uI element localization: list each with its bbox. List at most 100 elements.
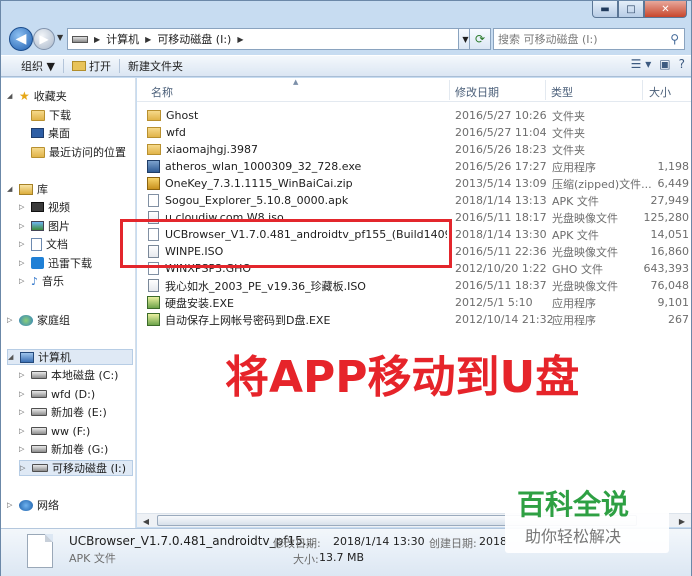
file-name-cell[interactable]: 自动保存上网帐号密码到D盘.EXE <box>147 312 447 328</box>
file-name: atheros_wlan_1000309_32_728.exe <box>165 160 362 173</box>
file-name-cell[interactable]: Sogou_Explorer_5.10.8_0000.apk <box>147 194 447 207</box>
file-name-cell[interactable]: 硬盘安装.EXE <box>147 295 447 311</box>
nav-drive-d[interactable]: ▷ wfd (D:) <box>19 386 95 402</box>
new-folder-button[interactable]: 新建文件夹 <box>120 56 191 76</box>
collapsed-arrow-icon[interactable]: ▷ <box>19 277 27 285</box>
file-name-cell[interactable]: xiaomajhgj.3987 <box>147 143 447 156</box>
collapsed-arrow-icon[interactable]: ▷ <box>20 464 28 472</box>
overlay-caption: 将APP移动到U盘 <box>225 352 580 403</box>
organize-button[interactable]: 组织 ▼ <box>1 56 63 76</box>
chevron-right-icon[interactable]: ▶ <box>145 35 151 44</box>
collapsed-arrow-icon[interactable]: ▷ <box>19 390 27 398</box>
nav-computer[interactable]: ◢ 计算机 <box>7 349 133 365</box>
nav-pictures[interactable]: ▷ 图片 <box>19 218 70 234</box>
expand-arrow-icon[interactable]: ◢ <box>8 353 16 361</box>
nav-documents[interactable]: ▷ 文档 <box>19 236 68 252</box>
close-button[interactable]: ✕ <box>644 1 687 18</box>
nav-drive-e[interactable]: ▷ 新加卷 (E:) <box>19 404 107 420</box>
file-type: 文件夹 <box>552 126 585 140</box>
nav-downloads[interactable]: 下载 <box>31 107 71 123</box>
nav-homegroup[interactable]: ▷ 家庭组 <box>7 312 70 328</box>
file-size: 27,949 <box>650 194 690 207</box>
column-name[interactable]: 名称 <box>151 84 173 100</box>
nav-drive-f[interactable]: ▷ ww (F:) <box>19 423 90 439</box>
chevron-right-icon[interactable]: ▶ <box>94 35 100 44</box>
expand-arrow-icon[interactable]: ◢ <box>7 92 15 100</box>
file-name-cell[interactable]: wfd <box>147 126 447 139</box>
nav-videos[interactable]: ▷ 视频 <box>19 199 70 215</box>
file-name: 自动保存上网帐号密码到D盘.EXE <box>165 313 331 327</box>
column-divider[interactable] <box>642 80 643 100</box>
exe-file-icon <box>147 160 160 173</box>
nav-xunlei-downloads[interactable]: ▷ 迅雷下载 <box>19 255 92 271</box>
breadcrumb-computer[interactable]: 计算机 <box>106 31 139 47</box>
collapsed-arrow-icon[interactable]: ▷ <box>7 501 15 509</box>
drive-icon <box>31 371 47 379</box>
nav-desktop[interactable]: 桌面 <box>31 125 70 141</box>
file-name-cell[interactable]: 我心如水_2003_PE_v19.36_珍藏板.ISO <box>147 278 447 294</box>
file-row[interactable]: xiaomajhgj.3987 2016/5/26 18:23 文件夹 <box>147 141 692 158</box>
chevron-right-icon[interactable]: ▶ <box>237 35 243 44</box>
collapsed-arrow-icon[interactable]: ▷ <box>19 222 27 230</box>
watermark-subtitle: 助你轻松解决 <box>525 527 622 546</box>
navigation-pane: ◢ ★ 收藏夹 下载 桌面 最近访问的位置 ◢ 库 ▷ 视频 ▷ 图片 ▷ 文档… <box>1 78 136 528</box>
file-row[interactable]: atheros_wlan_1000309_32_728.exe 2016/5/26… <box>147 158 692 175</box>
file-date: 2016/5/27 11:04 <box>455 126 547 139</box>
scroll-left-icon[interactable]: ◀ <box>139 515 153 527</box>
nav-network[interactable]: ▷ 网络 <box>7 497 59 513</box>
collapsed-arrow-icon[interactable]: ▷ <box>19 445 27 453</box>
column-size[interactable]: 大小 <box>649 84 671 100</box>
nav-xunlei-label: 迅雷下载 <box>48 257 92 270</box>
column-divider[interactable] <box>545 80 546 100</box>
file-name-cell[interactable]: atheros_wlan_1000309_32_728.exe <box>147 160 447 173</box>
file-name-cell[interactable]: OneKey_7.3.1.1115_WinBaiCai.zip <box>147 177 447 190</box>
forward-button[interactable]: ▶ <box>33 28 55 50</box>
search-input[interactable]: 搜索 可移动磁盘 (I:) ⚲ <box>493 28 685 50</box>
file-row[interactable]: 我心如水_2003_PE_v19.36_珍藏板.ISO 2016/5/11 18:… <box>147 277 692 294</box>
nav-drive-i[interactable]: ▷ 可移动磁盘 (I:) <box>19 460 133 476</box>
search-icon[interactable]: ⚲ <box>670 32 679 46</box>
refresh-button[interactable]: ⟳ <box>469 28 491 50</box>
nav-drive-c[interactable]: ▷ 本地磁盘 (C:) <box>19 367 118 383</box>
nav-libraries[interactable]: ◢ 库 <box>7 181 48 197</box>
view-options-icon[interactable]: ☰ ▾ <box>631 57 652 71</box>
collapsed-arrow-icon[interactable]: ▷ <box>19 240 27 248</box>
file-type: 光盘映像文件 <box>552 245 618 259</box>
drive-icon <box>31 445 47 453</box>
column-divider[interactable] <box>449 80 450 100</box>
scroll-right-icon[interactable]: ▶ <box>675 515 689 527</box>
column-date[interactable]: 修改日期 <box>455 84 499 100</box>
nav-music[interactable]: ▷ ♪ 音乐 <box>19 273 64 289</box>
expand-arrow-icon[interactable]: ◢ <box>7 185 15 193</box>
nav-recent-places[interactable]: 最近访问的位置 <box>31 144 126 160</box>
file-name: 我心如水_2003_PE_v19.36_珍藏板.ISO <box>165 279 366 293</box>
column-type[interactable]: 类型 <box>551 84 573 100</box>
recent-pages-dropdown[interactable]: ▼ <box>57 33 63 42</box>
network-icon <box>19 499 33 511</box>
collapsed-arrow-icon[interactable]: ▷ <box>19 408 27 416</box>
maximize-button[interactable]: □ <box>618 1 644 18</box>
preview-pane-icon[interactable]: ▣ <box>659 57 670 71</box>
collapsed-arrow-icon[interactable]: ▷ <box>19 427 27 435</box>
breadcrumb-removable-disk[interactable]: 可移动磁盘 (I:) <box>157 31 231 47</box>
file-name-cell[interactable]: Ghost <box>147 109 447 122</box>
nav-drive-g[interactable]: ▷ 新加卷 (G:) <box>19 441 108 457</box>
minimize-button[interactable]: ▬ <box>592 1 618 18</box>
file-row[interactable]: Ghost 2016/5/27 10:26 文件夹 <box>147 107 692 124</box>
collapsed-arrow-icon[interactable]: ▷ <box>19 203 27 211</box>
file-row[interactable]: 自动保存上网帐号密码到D盘.EXE 2012/10/14 21:32 应用程序 267 <box>147 311 692 328</box>
collapsed-arrow-icon[interactable]: ▷ <box>19 371 27 379</box>
file-row[interactable]: wfd 2016/5/27 11:04 文件夹 <box>147 124 692 141</box>
help-icon[interactable]: ? <box>679 57 685 71</box>
open-button[interactable]: 打开 <box>64 56 119 76</box>
back-button[interactable]: ◀ <box>9 27 33 51</box>
file-row[interactable]: OneKey_7.3.1.1115_WinBaiCai.zip 2013/5/14… <box>147 175 692 192</box>
nav-favorites[interactable]: ◢ ★ 收藏夹 <box>7 88 67 104</box>
search-placeholder: 搜索 可移动磁盘 (I:) <box>498 33 598 46</box>
address-bar[interactable]: ▶ 计算机 ▶ 可移动磁盘 (I:) ▶ <box>67 28 459 50</box>
address-row: ◀ ▶ ▼ ▶ 计算机 ▶ 可移动磁盘 (I:) ▶ ▼ ⟳ 搜索 可移动磁盘 … <box>1 25 691 53</box>
file-row[interactable]: Sogou_Explorer_5.10.8_0000.apk 2018/1/14 … <box>147 192 692 209</box>
collapsed-arrow-icon[interactable]: ▷ <box>7 316 15 324</box>
file-row[interactable]: 硬盘安装.EXE 2012/5/1 5:10 应用程序 9,101 <box>147 294 692 311</box>
collapsed-arrow-icon[interactable]: ▷ <box>19 259 27 267</box>
